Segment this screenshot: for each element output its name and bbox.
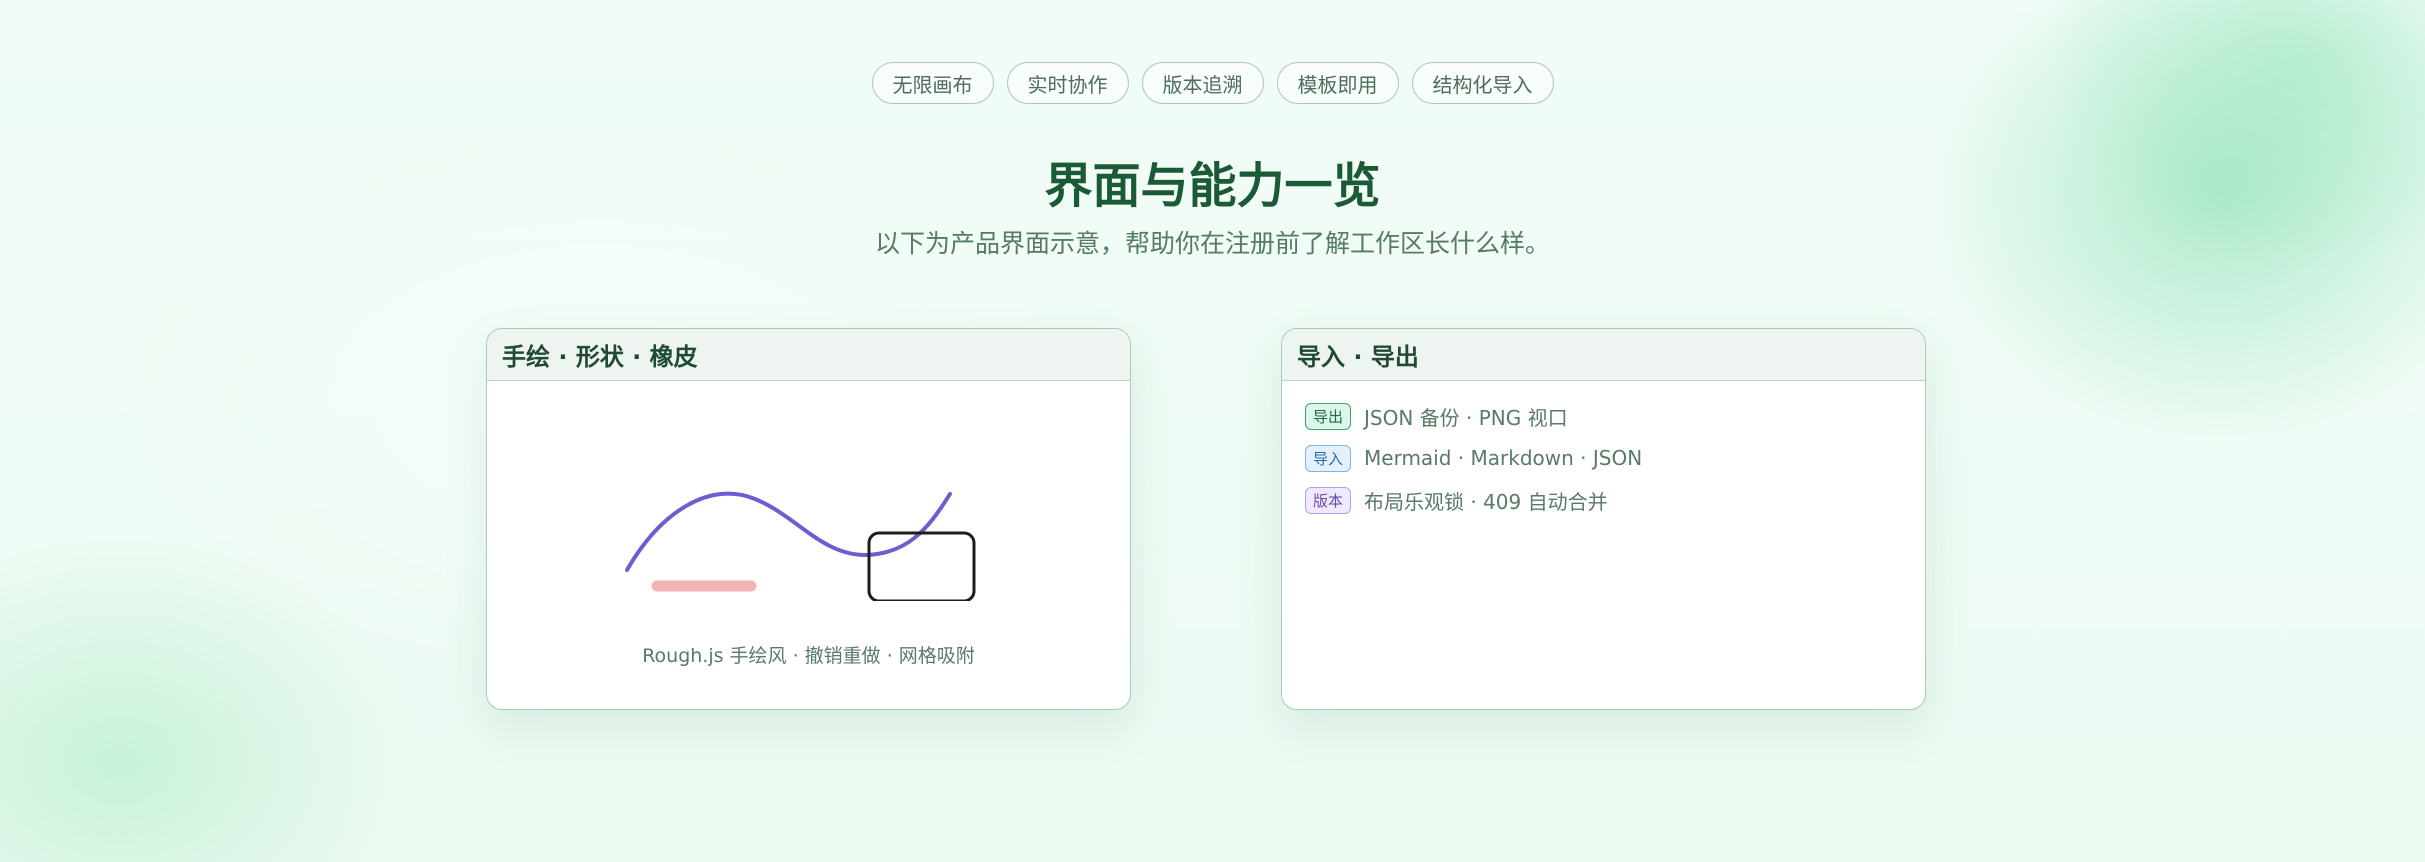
list-item: 导出 JSON 备份 · PNG 视口 — [1305, 401, 1642, 431]
tag-realtime-collab[interactable]: 实时协作 — [1006, 62, 1129, 104]
tag-templates[interactable]: 模板即用 — [1276, 62, 1399, 104]
tag-version-history[interactable]: 版本追溯 — [1141, 62, 1264, 104]
list-item: 导入 Mermaid · Markdown · JSON — [1305, 443, 1642, 473]
export-badge: 导出 — [1305, 402, 1352, 430]
import-export-list: 导出 JSON 备份 · PNG 视口 导入 Mermaid · Markdow… — [1305, 401, 1642, 527]
sketch-card-title: 手绘 · 形状 · 橡皮 — [487, 329, 1130, 381]
section-subtitle: 以下为产品界面示意，帮助你在注册前了解工作区长什么样。 — [874, 229, 1550, 258]
import-export-card: 导入 · 导出 导出 JSON 备份 · PNG 视口 导入 Mermaid ·… — [1281, 328, 1926, 710]
import-description: Mermaid · Markdown · JSON — [1364, 446, 1643, 470]
import-export-card-title: 导入 · 导出 — [1282, 329, 1925, 381]
sketch-card-caption: Rough.js 手绘风 · 撤销重做 · 网格吸附 — [642, 645, 975, 667]
tag-structured-import[interactable]: 结构化导入 — [1411, 62, 1554, 104]
rectangle-shape — [867, 531, 976, 601]
page-content: 无限画布 实时协作 版本追溯 模板即用 结构化导入 界面与能力一览 以下为产品界… — [0, 0, 2425, 862]
tag-infinite-canvas[interactable]: 无限画布 — [871, 62, 994, 104]
sketch-card: 手绘 · 形状 · 橡皮 Rough.js 手绘风 · 撤销重做 · 网格吸附 — [486, 328, 1131, 710]
sketch-preview — [625, 491, 976, 601]
import-badge: 导入 — [1305, 444, 1352, 472]
export-description: JSON 备份 · PNG 视口 — [1364, 405, 1568, 430]
feature-tags: 无限画布 实时协作 版本追溯 模板即用 结构化导入 — [0, 62, 2425, 104]
list-item: 版本 布局乐观锁 · 409 自动合并 — [1305, 485, 1642, 515]
version-description: 布局乐观锁 · 409 自动合并 — [1364, 489, 1608, 514]
section-title: 界面与能力一览 — [1044, 158, 1381, 214]
version-badge: 版本 — [1305, 486, 1352, 514]
